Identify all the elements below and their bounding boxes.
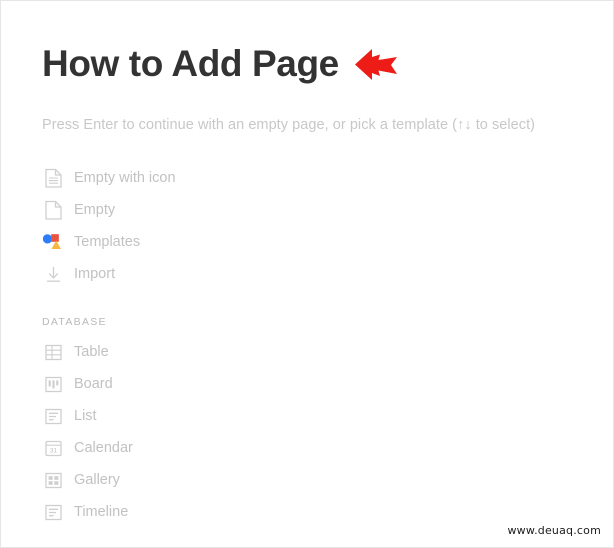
gallery-grid-icon bbox=[42, 469, 64, 491]
document-lines-icon bbox=[42, 167, 64, 189]
red-left-arrow-icon bbox=[353, 46, 399, 82]
document-blank-icon bbox=[42, 199, 64, 221]
list-lines-icon bbox=[42, 405, 64, 427]
templates-shapes-icon bbox=[42, 231, 64, 253]
menu-item-label: Templates bbox=[74, 233, 141, 250]
page-type-menu: Empty with icon Empty Templates Import D… bbox=[42, 162, 342, 528]
menu-item-empty-with-icon[interactable]: Empty with icon bbox=[42, 162, 342, 194]
menu-item-list[interactable]: List bbox=[42, 400, 342, 432]
menu-item-label: Timeline bbox=[74, 503, 129, 520]
calendar-31-icon: 31 bbox=[42, 437, 64, 459]
download-import-icon bbox=[42, 263, 64, 285]
menu-item-label: Board bbox=[74, 375, 113, 392]
menu-item-label: Empty with icon bbox=[74, 169, 176, 186]
menu-item-import[interactable]: Import bbox=[42, 258, 342, 290]
menu-item-label: Table bbox=[74, 343, 109, 360]
board-columns-icon bbox=[42, 373, 64, 395]
menu-item-timeline[interactable]: Timeline bbox=[42, 496, 342, 528]
menu-item-label: List bbox=[74, 407, 97, 424]
title-row: How to Add Page bbox=[42, 39, 399, 89]
menu-item-calendar[interactable]: 31 Calendar bbox=[42, 432, 342, 464]
menu-item-label: Gallery bbox=[74, 471, 120, 488]
site-watermark: www.deuaq.com bbox=[507, 524, 601, 537]
calendar-day-number: 31 bbox=[49, 447, 57, 454]
menu-item-table[interactable]: Table bbox=[42, 336, 342, 368]
menu-item-board[interactable]: Board bbox=[42, 368, 342, 400]
timeline-lines-icon bbox=[42, 501, 64, 523]
menu-item-label: Import bbox=[74, 265, 116, 282]
page-title: How to Add Page bbox=[42, 43, 339, 84]
table-grid-icon bbox=[42, 341, 64, 363]
menu-item-templates[interactable]: Templates bbox=[42, 226, 342, 258]
menu-item-label: Calendar bbox=[74, 439, 133, 456]
menu-item-empty[interactable]: Empty bbox=[42, 194, 342, 226]
menu-item-gallery[interactable]: Gallery bbox=[42, 464, 342, 496]
database-section-heading: DATABASE bbox=[42, 316, 107, 328]
add-page-menu-screen: How to Add Page Press Enter to continue … bbox=[0, 0, 614, 548]
subtitle-hint: Press Enter to continue with an empty pa… bbox=[42, 117, 536, 133]
menu-item-label: Empty bbox=[74, 201, 116, 218]
